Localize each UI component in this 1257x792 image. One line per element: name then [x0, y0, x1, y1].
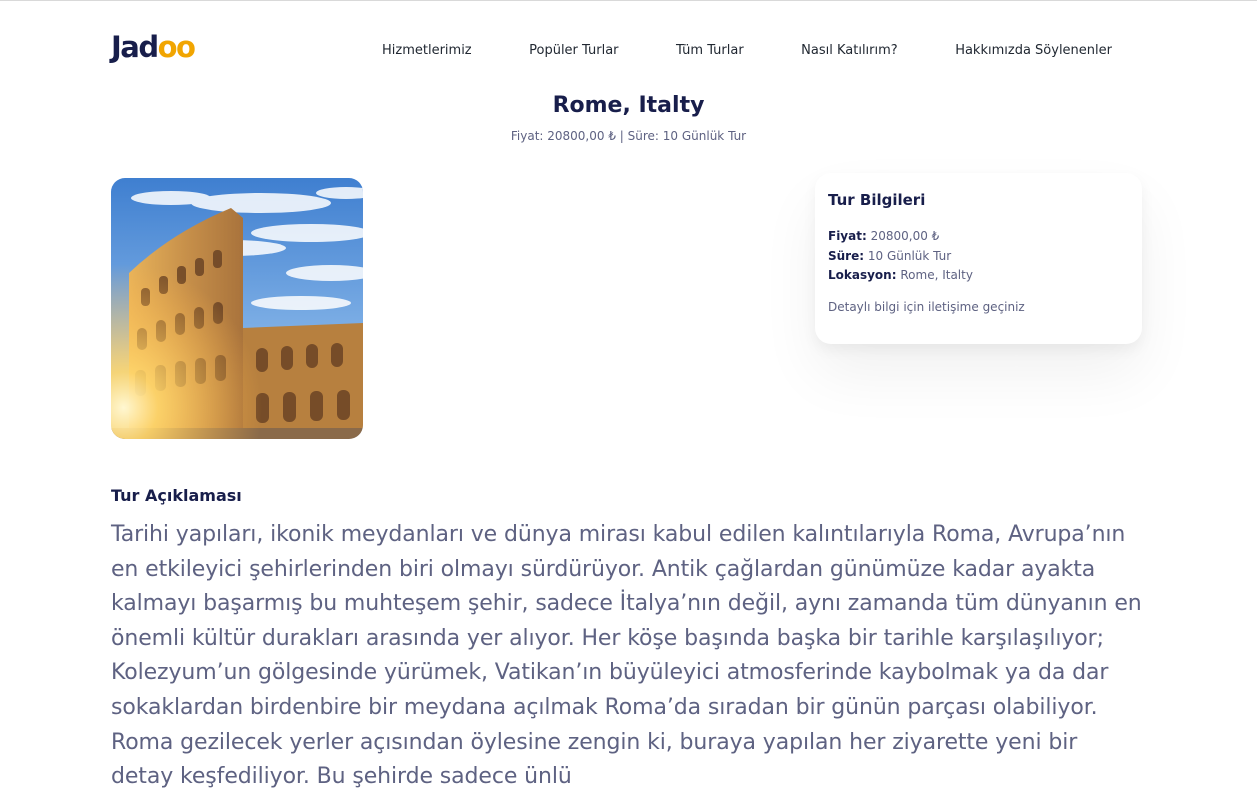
- tour-subtitle: Fiyat: 20800,00 ₺ | Süre: 10 Günlük Tur: [510, 129, 747, 143]
- logo[interactable]: Jadoo: [111, 30, 196, 64]
- info-duration-row: Süre: 10 Günlük Tur: [828, 247, 1129, 267]
- description-heading: Tur Açıklaması: [111, 486, 242, 505]
- nav-item-populer-turlar[interactable]: Popüler Turlar: [529, 43, 618, 59]
- info-price-value: 20800,00 ₺: [870, 229, 940, 243]
- tour-title: Rome, Italty: [552, 93, 705, 118]
- info-duration-value: 10 Günlük Tur: [867, 248, 952, 263]
- info-duration-label: Süre:: [828, 248, 865, 263]
- nav-item-tum-turlar[interactable]: Tüm Turlar: [676, 43, 744, 59]
- tour-image: [111, 178, 363, 439]
- description-text: Tarihi yapıları, ikonik meydanları ve dü…: [111, 522, 1142, 790]
- nav-item-nasil-katilirim[interactable]: Nasıl Katılırım?: [801, 43, 898, 59]
- nav-item-hakkimizda[interactable]: Hakkımızda Söylenenler: [955, 43, 1112, 59]
- info-location-row: Lokasyon: Rome, Italty: [828, 266, 1129, 286]
- info-contact-note: Detaylı bilgi için iletişime geçiniz: [828, 299, 1025, 314]
- info-price-label: Fiyat:: [828, 229, 867, 243]
- info-location-label: Lokasyon:: [828, 268, 897, 282]
- info-price-row: Fiyat: 20800,00 ₺: [828, 227, 1129, 247]
- page: Jadoo Hizmetlerimiz Popüler Turlar Tüm T…: [0, 0, 1257, 792]
- colosseum-photo: [111, 178, 363, 439]
- main-nav: Hizmetlerimiz Popüler Turlar Tüm Turlar …: [382, 43, 1112, 59]
- nav-item-hizmetlerimiz[interactable]: Hizmetlerimiz: [382, 43, 472, 59]
- info-location-value: Rome, Italty: [900, 268, 973, 282]
- logo-main: Jad: [111, 30, 159, 64]
- tour-info-card: Tur Bilgileri Fiyat: 20800,00 ₺ Süre: 10…: [815, 173, 1142, 344]
- logo-accent: oo: [157, 30, 196, 64]
- info-card-title: Tur Bilgileri: [828, 191, 926, 209]
